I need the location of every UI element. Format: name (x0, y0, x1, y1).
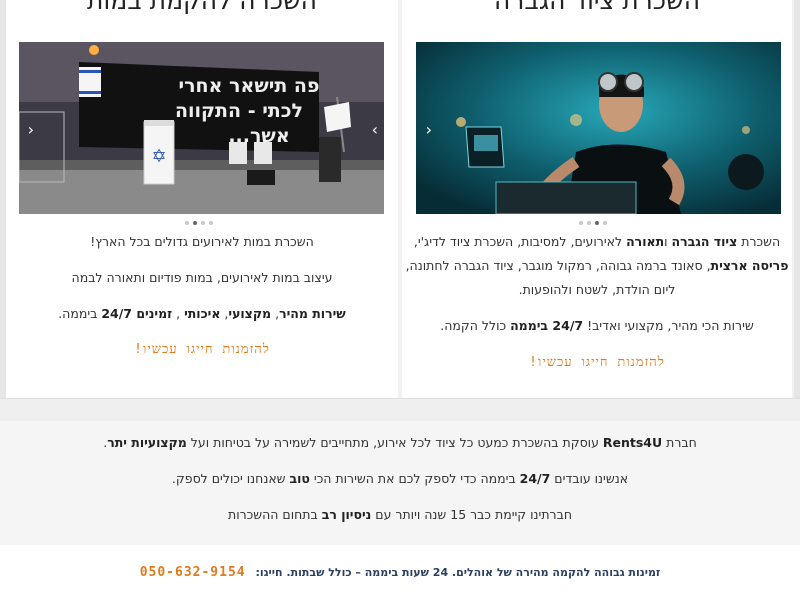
slider-dots (579, 221, 607, 227)
dj-photo (416, 42, 781, 214)
card-title: השכרת ציוד הגברה (493, 0, 701, 15)
slider-dot[interactable] (579, 221, 583, 225)
stage-rental-card: השכרה להקמת במות פה תישאר אחרי לכתי - הת… (6, 0, 398, 398)
phone-link[interactable]: 050-632-9154 (140, 565, 246, 580)
about-line-1: חברת Rents4U עוסקת בהשכרת כמעט כל ציוד ל… (103, 435, 697, 450)
card-title: השכרה להקמת במות (87, 0, 317, 15)
image-slider[interactable]: ‹ (416, 42, 781, 214)
slider-dot[interactable] (587, 221, 591, 225)
about-section: חברת Rents4U עוסקת בהשכרת כמעט כל ציוד ל… (0, 421, 800, 545)
about-line-3: חברתינו קיימת כבר 15 שנה ויותר עם ניסיון… (227, 507, 573, 522)
chevron-left-icon[interactable]: ‹ (426, 122, 432, 138)
order-now-link[interactable]: להזמנות חייגו עכשיו! (6, 341, 398, 357)
section-divider (0, 398, 800, 422)
slider-dot[interactable] (201, 221, 205, 225)
slider-dot-active[interactable] (595, 221, 599, 225)
stage-photo: פה תישאר אחרי לכתי - התקווה אשר... ✡ (19, 42, 384, 214)
about-line-2: אנשינו עובדים 24/7 ביממה כדי לספק לכם את… (171, 471, 629, 486)
slider-dot-active[interactable] (193, 221, 197, 225)
slider-dot[interactable] (209, 221, 213, 225)
footer-text: זמינות גבוהה להקמה מהירה של אוהלים. 24 ש… (139, 565, 661, 580)
slider-dot[interactable] (603, 221, 607, 225)
chevron-left-icon[interactable]: ‹ (28, 122, 34, 138)
sound-rental-card: השכרת ציוד הגברה ‹ השכרת ציוד הגברה ותאו… (402, 0, 792, 398)
svg-text:✡: ✡ (151, 146, 166, 167)
chevron-right-icon[interactable]: › (372, 122, 378, 138)
card-description: השכרת במות לאירועים גדולים בכל הארץ! עיצ… (58, 234, 346, 321)
footer-bar: זמינות גבוהה להקמה מהירה של אוהלים. 24 ש… (0, 545, 800, 600)
slider-dot[interactable] (185, 221, 189, 225)
svg-text:פה תישאר אחרי: פה תישאר אחרי (179, 75, 320, 97)
slider-dots (185, 221, 213, 227)
image-slider[interactable]: פה תישאר אחרי לכתי - התקווה אשר... ✡ ‹ › (19, 42, 384, 214)
card-description: השכרת ציוד הגברה ותאורה לאירועים, למסיבו… (405, 234, 789, 333)
right-gutter (794, 0, 800, 420)
svg-text:לכתי - התקווה: לכתי - התקווה (175, 100, 303, 122)
order-now-link[interactable]: להזמנות חייגו עכשיו! (402, 354, 792, 370)
